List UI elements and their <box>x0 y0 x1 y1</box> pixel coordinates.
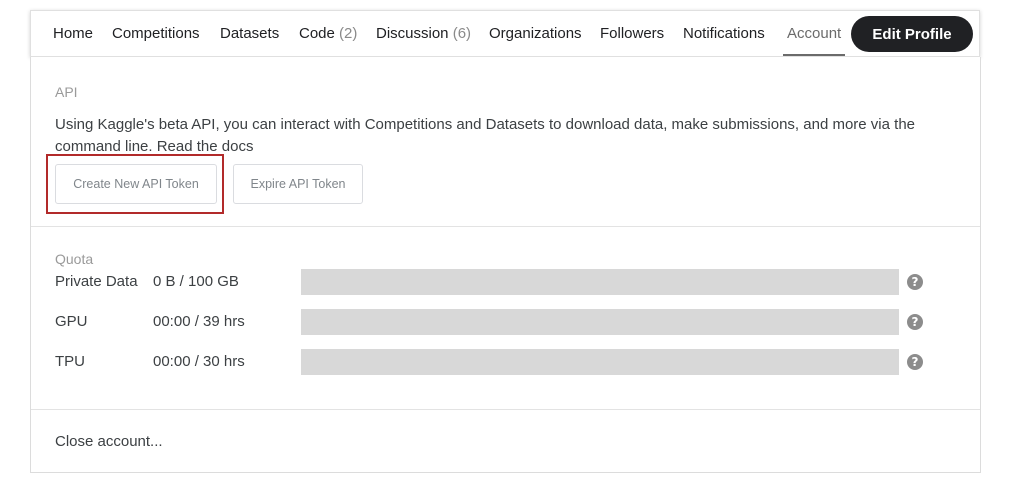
question-circle-icon[interactable]: ? <box>907 354 923 370</box>
tab-label: Discussion <box>376 25 449 42</box>
api-description: Using Kaggle's beta API, you can interac… <box>55 116 916 155</box>
quota-row-tpu: TPU 00:00 / 30 hrs ? <box>31 349 980 375</box>
quota-label: TPU <box>55 353 85 370</box>
tab-label: Home <box>53 25 94 42</box>
account-settings-panel: API Using Kaggle's beta API, you can int… <box>30 57 981 473</box>
create-api-token-button[interactable]: Create New API Token <box>55 164 217 204</box>
quota-usage-bar <box>301 269 899 295</box>
edit-profile-button[interactable]: Edit Profile <box>851 16 973 52</box>
tab-competitions[interactable]: Competitions <box>112 11 200 56</box>
quota-label: Private Data <box>55 273 138 290</box>
question-circle-icon[interactable]: ? <box>907 274 923 290</box>
quota-usage-bar <box>301 309 899 335</box>
tab-code[interactable]: Code (2) <box>299 11 357 56</box>
tab-label: Code <box>299 25 335 42</box>
tab-label: Organizations <box>489 25 582 42</box>
tab-label: Datasets <box>220 25 280 42</box>
tab-notifications[interactable]: Notifications <box>683 11 765 56</box>
tab-datasets[interactable]: Datasets <box>220 11 279 56</box>
tab-home[interactable]: Home <box>53 11 93 56</box>
quota-value: 0 B / 100 GB <box>153 273 239 290</box>
tab-label: Account <box>787 25 842 42</box>
expire-api-token-button[interactable]: Expire API Token <box>233 164 363 204</box>
question-circle-icon[interactable]: ? <box>907 314 923 330</box>
quota-row-gpu: GPU 00:00 / 39 hrs ? <box>31 309 980 335</box>
tab-followers[interactable]: Followers <box>600 11 664 56</box>
quota-label: GPU <box>55 313 88 330</box>
quota-row-private-data: Private Data 0 B / 100 GB ? <box>31 269 980 295</box>
close-account-link[interactable]: Close account... <box>55 433 163 450</box>
quota-usage-bar <box>301 349 899 375</box>
tab-label: Competitions <box>112 25 200 42</box>
quota-value: 00:00 / 30 hrs <box>153 353 245 370</box>
tab-account[interactable]: Account <box>782 11 846 56</box>
tab-organizations[interactable]: Organizations <box>489 11 582 56</box>
tab-label: Followers <box>600 25 665 42</box>
section-divider <box>31 226 980 227</box>
tab-count: (6) <box>452 25 472 42</box>
tab-discussion[interactable]: Discussion (6) <box>376 11 471 56</box>
section-divider <box>31 409 980 410</box>
tab-count: (2) <box>339 25 358 42</box>
quota-section-title: Quota <box>55 251 94 267</box>
quota-value: 00:00 / 39 hrs <box>153 313 245 330</box>
tab-label: Notifications <box>683 25 765 42</box>
api-section-title: API <box>55 84 78 100</box>
profile-nav-bar: Home Competitions Datasets Code (2) Disc… <box>30 10 980 57</box>
